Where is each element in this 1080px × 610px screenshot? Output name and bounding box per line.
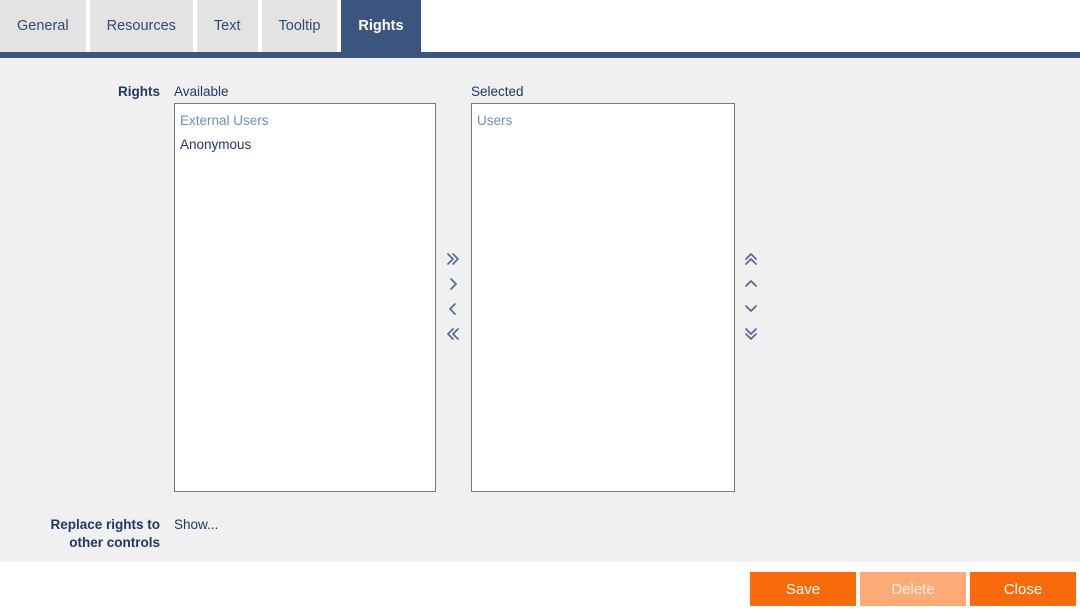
available-list-caption: Available [174,84,229,99]
double-chevron-up-icon[interactable] [735,246,767,271]
rights-field-label: Rights [118,84,160,99]
list-item[interactable]: Anonymous [175,133,435,157]
selected-rights-listbox[interactable]: Users [471,103,735,492]
tab-rights[interactable]: Rights [341,0,421,52]
double-chevron-right-icon[interactable] [437,246,469,271]
show-link[interactable]: Show... [174,516,218,534]
footer-bar: Save Delete Close [0,562,1080,610]
selected-list-caption: Selected [471,84,524,99]
close-button[interactable]: Close [970,572,1076,606]
tab-resources[interactable]: Resources [89,0,193,52]
order-arrow-group [735,246,767,346]
tab-tooltip[interactable]: Tooltip [261,0,338,52]
tab-text[interactable]: Text [196,0,258,52]
delete-button[interactable]: Delete [860,572,966,606]
double-chevron-down-icon[interactable] [735,321,767,346]
tab-bar: General Resources Text Tooltip Rights [0,0,1080,58]
save-button[interactable]: Save [750,572,856,606]
replace-rights-label-line2: other controls [69,535,160,550]
list-item[interactable]: External Users [175,109,435,133]
chevron-left-icon[interactable] [437,296,469,321]
chevron-down-icon[interactable] [735,296,767,321]
replace-rights-field-label: Replace rights to other controls [20,516,160,552]
chevron-up-icon[interactable] [735,271,767,296]
chevron-right-icon[interactable] [437,271,469,296]
available-rights-listbox[interactable]: External Users Anonymous [174,103,436,492]
list-item[interactable]: Users [472,109,734,133]
tab-general[interactable]: General [0,0,86,52]
replace-rights-label-line1: Replace rights to [50,517,160,532]
transfer-arrow-group [437,246,469,346]
footer-button-group: Save Delete Close [750,572,1076,606]
rights-panel: Rights Available Selected External Users… [0,58,1080,562]
double-chevron-left-icon[interactable] [437,321,469,346]
tab-list: General Resources Text Tooltip Rights [0,0,425,52]
